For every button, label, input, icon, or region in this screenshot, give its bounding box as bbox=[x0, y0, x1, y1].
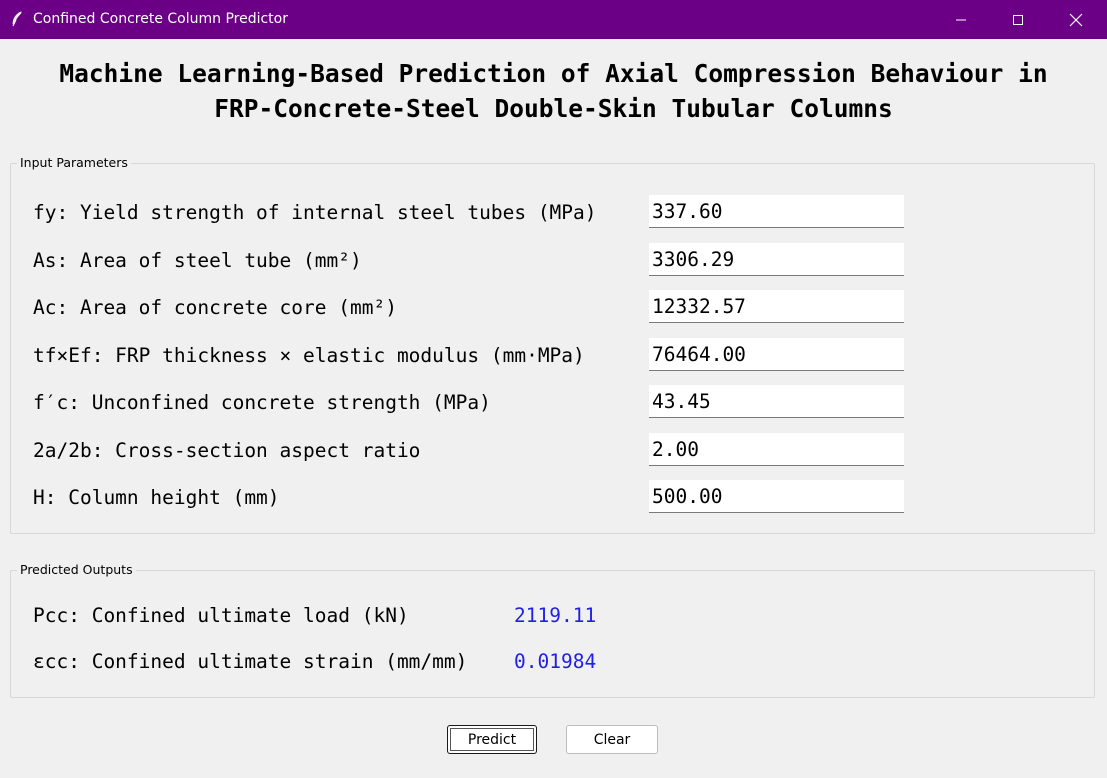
tfef-label: tf×Ef: FRP thickness × elastic modulus (… bbox=[33, 344, 585, 367]
maximize-button[interactable] bbox=[995, 0, 1041, 39]
aspect-ratio-label: 2a/2b: Cross-section aspect ratio bbox=[33, 439, 421, 462]
input-parameters-group: Input Parameters fy: Yield strength of i… bbox=[10, 155, 1095, 534]
fc-input[interactable] bbox=[649, 385, 904, 418]
input-row-fc: f′c: Unconfined concrete strength (MPa) bbox=[11, 385, 1094, 418]
predicted-outputs-group: Predicted Outputs Pcc: Confined ultimate… bbox=[10, 562, 1095, 698]
pcc-label: Pcc: Confined ultimate load (kN) bbox=[33, 604, 409, 627]
input-row-tfef: tf×Ef: FRP thickness × elastic modulus (… bbox=[11, 338, 1094, 371]
close-icon bbox=[1069, 13, 1083, 27]
minimize-icon bbox=[955, 14, 967, 26]
close-button[interactable] bbox=[1053, 0, 1099, 39]
as-input[interactable] bbox=[649, 243, 904, 276]
tfef-input[interactable] bbox=[649, 338, 904, 371]
window-title: Confined Concrete Column Predictor bbox=[33, 11, 288, 27]
feather-icon bbox=[10, 11, 24, 27]
page-title-line-2: FRP-Concrete-Steel Double-Skin Tubular C… bbox=[214, 94, 893, 123]
input-row-fy: fy: Yield strength of internal steel tub… bbox=[11, 195, 1094, 228]
height-label: H: Column height (mm) bbox=[33, 486, 280, 509]
input-row-ac: Ac: Area of concrete core (mm²) bbox=[11, 290, 1094, 323]
predicted-outputs-label: Predicted Outputs bbox=[17, 562, 136, 577]
fc-label: f′c: Unconfined concrete strength (MPa) bbox=[33, 391, 491, 414]
ac-input[interactable] bbox=[649, 290, 904, 323]
maximize-icon bbox=[1012, 14, 1024, 26]
pcc-value: 2119.11 bbox=[514, 604, 597, 627]
minimize-button[interactable] bbox=[938, 0, 984, 39]
page-title-line-1: Machine Learning-Based Prediction of Axi… bbox=[59, 59, 1048, 88]
title-bar: Confined Concrete Column Predictor bbox=[0, 0, 1107, 39]
fy-input[interactable] bbox=[649, 195, 904, 228]
as-label: As: Area of steel tube (mm²) bbox=[33, 249, 362, 272]
aspect-ratio-input[interactable] bbox=[649, 433, 904, 466]
height-input[interactable] bbox=[649, 480, 904, 513]
ac-label: Ac: Area of concrete core (mm²) bbox=[33, 296, 397, 319]
clear-button[interactable]: Clear bbox=[566, 725, 658, 754]
predict-button[interactable]: Predict bbox=[447, 725, 537, 754]
page-title: Machine Learning-Based Prediction of Axi… bbox=[0, 56, 1107, 126]
input-row-as: As: Area of steel tube (mm²) bbox=[11, 243, 1094, 276]
input-row-height: H: Column height (mm) bbox=[11, 480, 1094, 513]
input-row-aspect-ratio: 2a/2b: Cross-section aspect ratio bbox=[11, 433, 1094, 466]
input-parameters-label: Input Parameters bbox=[17, 155, 131, 170]
ecc-value: 0.01984 bbox=[514, 650, 597, 673]
fy-label: fy: Yield strength of internal steel tub… bbox=[33, 201, 597, 224]
ecc-label: εcc: Confined ultimate strain (mm/mm) bbox=[33, 650, 468, 673]
